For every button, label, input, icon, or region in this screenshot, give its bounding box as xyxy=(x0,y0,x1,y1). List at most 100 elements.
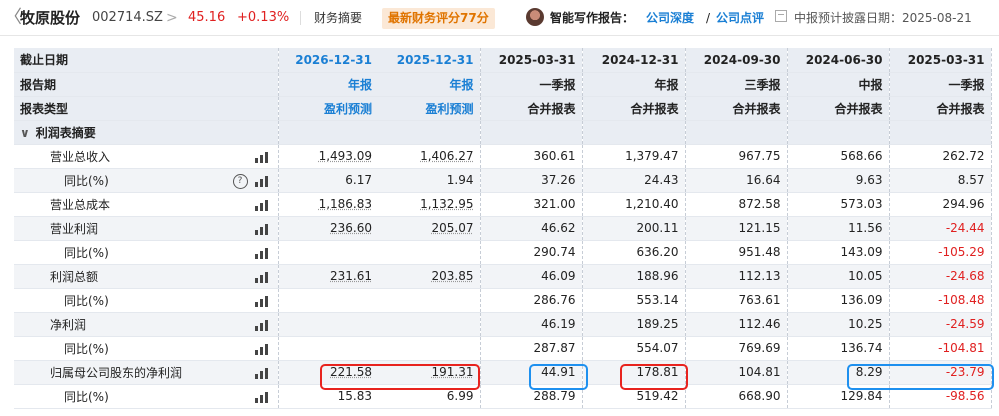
bar-chart-icon[interactable] xyxy=(254,271,268,283)
cell-value: 668.90 xyxy=(738,389,781,403)
value-cell: 1,186.83 xyxy=(278,192,378,217)
header-cell: 年报 xyxy=(378,72,481,97)
value-cell: 37.26 xyxy=(480,168,583,193)
cell-value: 6.99 xyxy=(446,389,474,403)
cell-value: -104.81 xyxy=(938,341,985,355)
header-cell: 一季报 xyxy=(889,72,992,97)
value-cell: 288.79 xyxy=(480,384,583,409)
value-cell: -98.56 xyxy=(889,384,992,409)
value-cell: 24.43 xyxy=(582,168,686,193)
stock-code: 002714.SZ xyxy=(92,10,163,25)
cell-value: 1.94 xyxy=(446,173,474,187)
header-cell: 2025-12-31 xyxy=(378,48,481,73)
value-cell: 231.61 xyxy=(278,264,378,289)
value-cell: 136.09 xyxy=(787,288,890,313)
bar-chart-icon[interactable] xyxy=(254,175,268,187)
cell-value: 178.81 xyxy=(636,365,679,379)
cell-value: 636.20 xyxy=(636,245,679,259)
cell-value: 121.15 xyxy=(738,221,781,235)
row-label: 净利润 xyxy=(50,317,87,332)
value-cell: 143.09 xyxy=(787,240,890,265)
table-row: 利润总额 231.61 203.85 46.09 188.96 112.13 10.05 -2… xyxy=(14,264,992,289)
financial-rating-badge[interactable]: 最新财务评分77分 xyxy=(382,8,495,29)
value-cell: -24.59 xyxy=(889,312,992,337)
value-cell: -23.79 xyxy=(889,360,992,385)
cell-value: 129.84 xyxy=(840,389,883,403)
value-cell: 8.29 xyxy=(787,360,890,385)
company-depth-link[interactable]: 公司深度 xyxy=(646,0,694,36)
bar-chart-icon[interactable] xyxy=(254,295,268,307)
row-label: 归属母公司股东的净利润 xyxy=(50,365,183,380)
value-cell: -104.81 xyxy=(889,336,992,361)
value-cell: 519.42 xyxy=(582,384,686,409)
bar-chart-icon[interactable] xyxy=(254,151,268,163)
header-cell: 2025-03-31 xyxy=(889,48,992,73)
value-cell: 951.48 xyxy=(685,240,788,265)
bar-chart-icon[interactable] xyxy=(254,199,268,211)
row-label: 利润总额 xyxy=(50,269,99,284)
table-row: 营业总收入 1,493.09 1,406.27 360.61 1,379.47 967.7… xyxy=(14,144,992,169)
company-review-link[interactable]: 公司点评 xyxy=(716,0,764,36)
section-title[interactable]: ∨ 利润表摘要 xyxy=(14,120,279,145)
value-cell: -105.29 xyxy=(889,240,992,265)
header-cell: 合并报表 xyxy=(480,96,583,121)
row-label-cell: 归属母公司股东的净利润 xyxy=(14,360,279,385)
cell-value: 188.96 xyxy=(636,269,679,283)
bar-chart-icon[interactable] xyxy=(254,247,268,259)
chevron-right-icon[interactable]: > xyxy=(166,0,178,36)
section-title-label: 利润表摘要 xyxy=(35,125,96,140)
value-cell: 1,210.40 xyxy=(582,192,686,217)
cell-value: 872.58 xyxy=(738,197,781,211)
value-cell: 9.63 xyxy=(787,168,890,193)
cell-value: 16.64 xyxy=(746,173,781,187)
value-cell: 1,493.09 xyxy=(278,144,378,169)
value-cell: 360.61 xyxy=(480,144,583,169)
value-cell: 321.00 xyxy=(480,192,583,217)
disclosure-date: 中报预计披露日期：2025-08-21 xyxy=(794,11,972,25)
value-cell: 188.96 xyxy=(582,264,686,289)
value-cell xyxy=(378,288,481,313)
header-cell: 三季报 xyxy=(685,72,788,97)
value-cell: 136.74 xyxy=(787,336,890,361)
cell-value: 10.05 xyxy=(848,269,883,283)
cell-value: 37.26 xyxy=(541,173,576,187)
cell-value: 112.46 xyxy=(738,317,781,331)
table-row: 营业利润 236.60 205.07 46.62 200.11 121.15 11.56 -2… xyxy=(14,216,992,241)
top-bar: 〈 牧原股份 002714.SZ > 45.16 +0.13% 财务摘要 最新财… xyxy=(0,0,999,36)
bar-chart-icon[interactable] xyxy=(254,319,268,331)
bar-chart-icon[interactable] xyxy=(254,343,268,355)
cell-value: 15.83 xyxy=(337,389,372,403)
value-cell: 178.81 xyxy=(582,360,686,385)
value-cell: 1,132.95 xyxy=(378,192,481,217)
header-row: 截止日期 2026-12-31 2025-12-31 2025-03-31 2024-1… xyxy=(14,48,992,73)
stock-name[interactable]: 牧原股份 xyxy=(20,0,80,36)
header-cell: 2024-06-30 xyxy=(787,48,890,73)
value-cell xyxy=(378,240,481,265)
cell-value: 573.03 xyxy=(840,197,883,211)
bar-chart-icon[interactable] xyxy=(254,223,268,235)
tab-financial-summary[interactable]: 财务摘要 xyxy=(314,0,362,36)
bar-chart-icon[interactable] xyxy=(254,391,268,403)
bar-chart-icon[interactable] xyxy=(254,367,268,379)
value-cell: 763.61 xyxy=(685,288,788,313)
value-cell xyxy=(278,312,378,337)
value-cell: 1,379.47 xyxy=(582,144,686,169)
cell-value: 1,186.83 xyxy=(318,197,372,211)
header-label: 截止日期 xyxy=(14,48,279,73)
smart-report-label: 智能写作报告： xyxy=(550,11,635,25)
cell-value: 9.63 xyxy=(855,173,883,187)
section-row[interactable]: ∨ 利润表摘要 xyxy=(14,120,992,145)
caret-down-icon[interactable]: ∨ xyxy=(20,126,30,140)
row-label-cell: 同比(%)? xyxy=(14,168,279,193)
row-label-cell: 同比(%) xyxy=(14,384,279,409)
divider xyxy=(300,11,301,25)
cell-value: 136.09 xyxy=(840,293,883,307)
header-cell: 2024-09-30 xyxy=(685,48,788,73)
header-row: 报表类型 盈利预测 盈利预测 合并报表 合并报表 合并报表 合并报表 合并报表 xyxy=(14,96,992,121)
help-icon[interactable]: ? xyxy=(232,173,248,189)
value-cell: 668.90 xyxy=(685,384,788,409)
value-cell: 15.83 xyxy=(278,384,378,409)
section-cell xyxy=(480,120,583,145)
table-row: 同比(%)? 6.17 1.94 37.26 24.43 16.64 9.63 8.57 xyxy=(14,168,992,193)
header-cell: 年报 xyxy=(278,72,378,97)
